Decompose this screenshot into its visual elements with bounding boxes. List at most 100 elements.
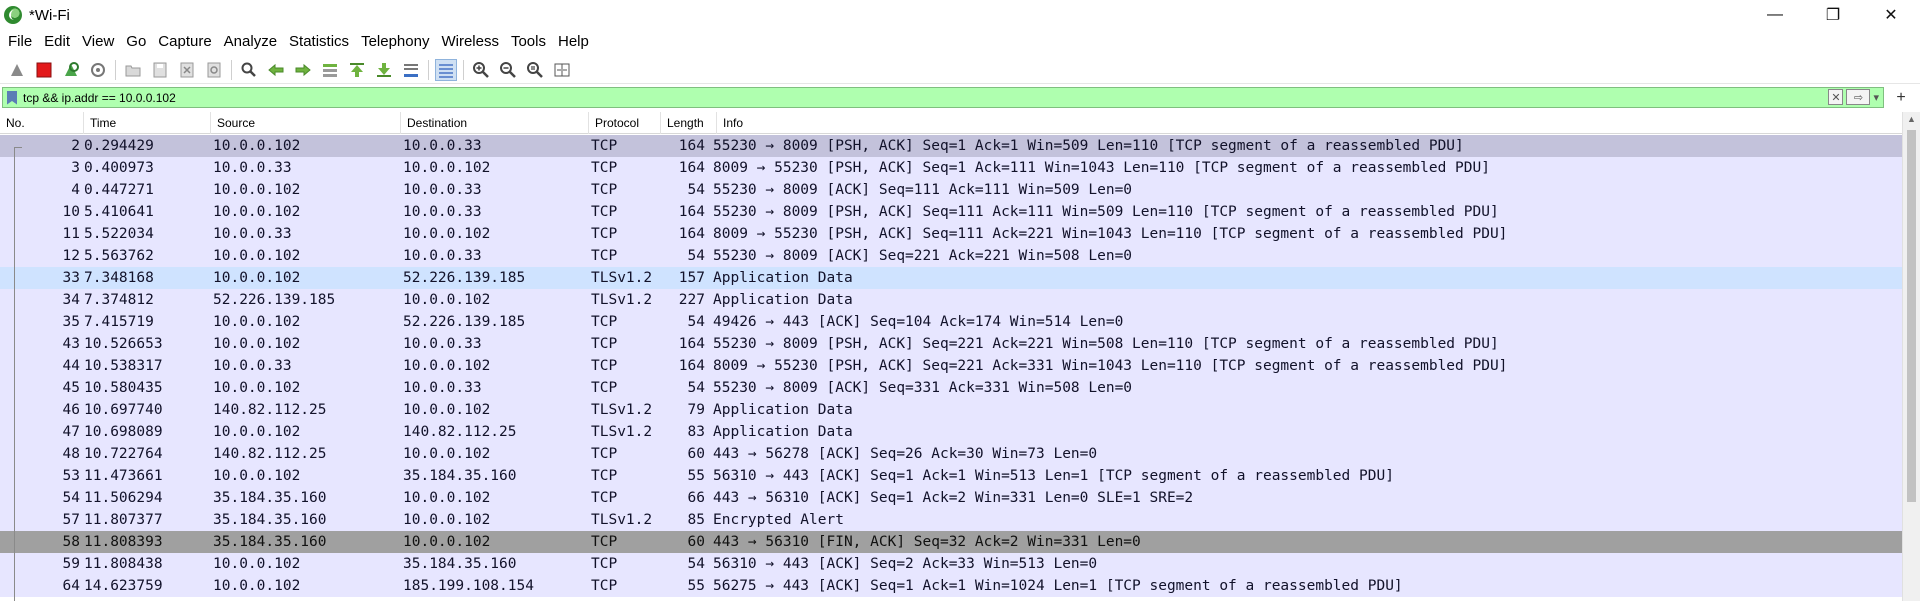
packet-source: 10.0.0.102 bbox=[213, 578, 301, 594]
go-first-icon[interactable] bbox=[346, 59, 368, 81]
packet-row[interactable]: 4 0.447271 10.0.0.102 10.0.0.33 TCP 54 55230 →… bbox=[0, 179, 1902, 201]
packet-protocol: TCP bbox=[591, 446, 618, 462]
packet-row[interactable]: 54 11.506294 35.184.35.160 10.0.0.102 TCP 66 4… bbox=[0, 487, 1902, 509]
filter-dropdown-button[interactable]: ▾ bbox=[1873, 89, 1879, 105]
packet-row[interactable]: 35 7.415719 10.0.0.102 52.226.139.185 TCP 54 4… bbox=[0, 311, 1902, 333]
add-filter-button[interactable]: + bbox=[1891, 87, 1911, 108]
apply-filter-button[interactable]: ⇨ bbox=[1846, 89, 1871, 105]
toolbar-separator bbox=[115, 59, 116, 80]
packet-destination: 10.0.0.102 bbox=[403, 292, 491, 308]
menu-capture[interactable]: Capture bbox=[152, 30, 217, 54]
find-packet-icon[interactable] bbox=[238, 59, 260, 81]
go-forward-icon[interactable] bbox=[292, 59, 314, 81]
autoscroll-icon[interactable] bbox=[400, 59, 422, 81]
packet-row[interactable]: 48 10.722764 140.82.112.25 10.0.0.102 TCP 60 4… bbox=[0, 443, 1902, 465]
restart-capture-icon[interactable] bbox=[60, 59, 82, 81]
packet-no: 58 bbox=[62, 534, 80, 550]
maximize-button[interactable]: ❐ bbox=[1804, 0, 1862, 30]
colorize-icon[interactable] bbox=[435, 58, 457, 81]
packet-protocol: TCP bbox=[591, 314, 618, 330]
packet-time: 10.580435 bbox=[84, 380, 163, 396]
packet-row[interactable]: 64 14.623759 10.0.0.102 185.199.108.154 TCP 5… bbox=[0, 575, 1902, 597]
shark-fin-start-icon[interactable] bbox=[6, 59, 28, 81]
zoom-out-icon[interactable] bbox=[497, 59, 519, 81]
column-header-protocol[interactable]: Protocol bbox=[589, 112, 661, 134]
packet-row[interactable]: 33 7.348168 10.0.0.102 52.226.139.185 TLSv1.… bbox=[0, 267, 1902, 289]
stop-capture-icon[interactable] bbox=[33, 59, 55, 81]
display-filter-input[interactable]: tcp && ip.addr == 10.0.0.102 bbox=[23, 91, 176, 105]
menu-statistics[interactable]: Statistics bbox=[283, 30, 355, 54]
packet-length: 54 bbox=[687, 182, 705, 198]
packet-info: Application Data bbox=[713, 424, 853, 440]
menu-analyze[interactable]: Analyze bbox=[218, 30, 283, 54]
conversation-tree-line bbox=[14, 147, 15, 601]
resize-columns-icon[interactable] bbox=[551, 59, 573, 81]
packet-length: 60 bbox=[687, 446, 705, 462]
menu-wireless[interactable]: Wireless bbox=[435, 30, 505, 54]
go-to-packet-icon[interactable] bbox=[319, 59, 341, 81]
packet-destination: 140.82.112.25 bbox=[403, 424, 517, 440]
toolbar-separator bbox=[231, 59, 232, 80]
packet-info: 55230 → 8009 [ACK] Seq=221 Ack=221 Win=5… bbox=[713, 248, 1133, 264]
menu-help[interactable]: Help bbox=[552, 30, 595, 54]
packet-protocol: TCP bbox=[591, 160, 618, 176]
packet-source: 10.0.0.102 bbox=[213, 138, 301, 154]
scroll-up-icon[interactable]: ▲ bbox=[1907, 114, 1916, 124]
packet-destination: 10.0.0.33 bbox=[403, 182, 482, 198]
packet-info: Encrypted Alert bbox=[713, 512, 844, 528]
wireshark-app-icon bbox=[4, 6, 22, 24]
packet-row[interactable]: 10 5.410641 10.0.0.102 10.0.0.33 TCP 164 55230… bbox=[0, 201, 1902, 223]
packet-source: 140.82.112.25 bbox=[213, 402, 327, 418]
column-header-time[interactable]: Time bbox=[84, 112, 211, 134]
packet-row[interactable]: 44 10.538317 10.0.0.33 10.0.0.102 TCP 164 8009… bbox=[0, 355, 1902, 377]
bookmark-icon[interactable] bbox=[7, 90, 17, 105]
packet-row[interactable]: 12 5.563762 10.0.0.102 10.0.0.33 TCP 54 55230 … bbox=[0, 245, 1902, 267]
packet-row[interactable]: 53 11.473661 10.0.0.102 35.184.35.160 TCP 55 5… bbox=[0, 465, 1902, 487]
go-last-icon[interactable] bbox=[373, 59, 395, 81]
packet-row[interactable]: 2 0.294429 10.0.0.102 10.0.0.33 TCP 164 55230 … bbox=[0, 135, 1902, 157]
packet-row[interactable]: 3 0.400973 10.0.0.33 10.0.0.102 TCP 164 8009 →… bbox=[0, 157, 1902, 179]
packet-info: Application Data bbox=[713, 402, 853, 418]
packet-row[interactable]: 59 11.808438 10.0.0.102 35.184.35.160 TCP 54 5… bbox=[0, 553, 1902, 575]
menu-view[interactable]: View bbox=[76, 30, 120, 54]
packet-row[interactable]: 46 10.697740 140.82.112.25 10.0.0.102 TLSv1.… bbox=[0, 399, 1902, 421]
column-header-length[interactable]: Length bbox=[661, 112, 717, 134]
packet-row[interactable]: 11 5.522034 10.0.0.33 10.0.0.102 TCP 164 8009 … bbox=[0, 223, 1902, 245]
packet-row[interactable]: 34 7.374812 52.226.139.185 10.0.0.102 TLSv1.… bbox=[0, 289, 1902, 311]
menu-telephony[interactable]: Telephony bbox=[355, 30, 435, 54]
zoom-in-icon[interactable] bbox=[470, 59, 492, 81]
zoom-normal-icon[interactable] bbox=[524, 59, 546, 81]
menu-edit[interactable]: Edit bbox=[38, 30, 76, 54]
packet-row[interactable]: 45 10.580435 10.0.0.102 10.0.0.33 TCP 54 55230… bbox=[0, 377, 1902, 399]
menu-tools[interactable]: Tools bbox=[505, 30, 552, 54]
menu-go[interactable]: Go bbox=[120, 30, 152, 54]
minimize-button[interactable]: — bbox=[1746, 0, 1804, 30]
menu-file[interactable]: File bbox=[2, 30, 38, 54]
packet-row[interactable]: 47 10.698089 10.0.0.102 140.82.112.25 TLSv1.… bbox=[0, 421, 1902, 443]
column-header-info[interactable]: Info bbox=[717, 112, 1920, 134]
packet-protocol: TCP bbox=[591, 380, 618, 396]
column-header-no[interactable]: No. bbox=[0, 112, 84, 134]
packet-list-scrollbar[interactable]: ▲ bbox=[1902, 112, 1920, 601]
packet-source: 10.0.0.33 bbox=[213, 160, 292, 176]
packet-source: 10.0.0.102 bbox=[213, 182, 301, 198]
packet-row[interactable]: 43 10.526653 10.0.0.102 10.0.0.33 TCP 164 5523… bbox=[0, 333, 1902, 355]
packet-row[interactable]: 57 11.807377 35.184.35.160 10.0.0.102 TLSv1.… bbox=[0, 509, 1902, 531]
open-file-icon[interactable] bbox=[122, 59, 144, 81]
go-back-icon[interactable] bbox=[265, 59, 287, 81]
packet-row[interactable]: 58 11.808393 35.184.35.160 10.0.0.102 TCP 60 4… bbox=[0, 531, 1902, 553]
packet-source: 10.0.0.33 bbox=[213, 358, 292, 374]
close-window-button[interactable]: ✕ bbox=[1862, 0, 1920, 30]
column-header-destination[interactable]: Destination bbox=[401, 112, 589, 134]
packet-info: 56275 → 443 [ACK] Seq=1 Ack=1 Win=1024 L… bbox=[713, 578, 1403, 594]
column-header-source[interactable]: Source bbox=[211, 112, 401, 134]
reload-file-icon[interactable] bbox=[203, 59, 225, 81]
clear-filter-button[interactable]: ✕ bbox=[1828, 89, 1844, 105]
save-file-icon[interactable] bbox=[149, 59, 171, 81]
filter-controls: ✕ ⇨ ▾ bbox=[1828, 89, 1879, 105]
packet-source: 10.0.0.102 bbox=[213, 380, 301, 396]
close-file-icon[interactable] bbox=[176, 59, 198, 81]
capture-options-icon[interactable] bbox=[87, 59, 109, 81]
packet-source: 35.184.35.160 bbox=[213, 512, 327, 528]
scrollbar-thumb[interactable] bbox=[1907, 130, 1916, 502]
